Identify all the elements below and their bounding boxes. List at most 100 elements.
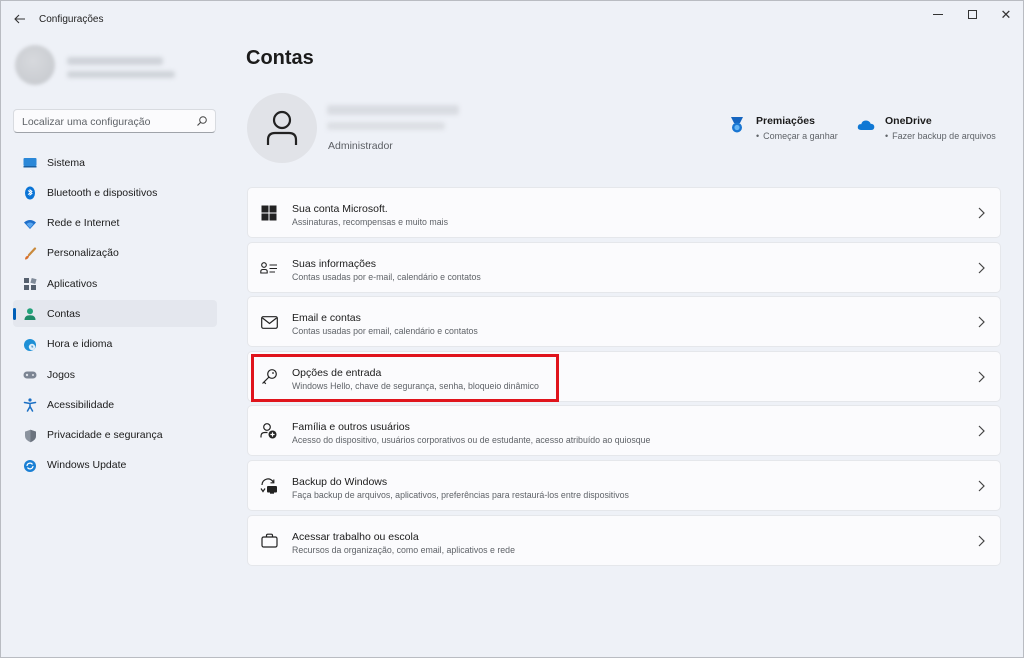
blurred-email — [67, 71, 175, 78]
chevron-right-icon — [978, 480, 985, 492]
accessibility-icon — [23, 398, 37, 413]
sidebar-item-jogos[interactable]: Jogos — [13, 361, 217, 388]
blurred-name — [67, 57, 163, 65]
shield-icon — [23, 429, 37, 443]
medal-icon — [731, 117, 743, 133]
sidebar-item-label: Rede e Internet — [47, 217, 120, 230]
card-subtitle: Windows Hello, chave de segurança, senha… — [292, 380, 539, 391]
sidebar-item-privacidade[interactable]: Privacidade e segurança — [13, 422, 217, 449]
title-bar: Configurações ✕ — [1, 1, 1023, 37]
arrow-left-icon — [14, 14, 25, 24]
sidebar-item-aplicativos[interactable]: Aplicativos — [13, 270, 217, 297]
blurred-account-email — [327, 122, 445, 130]
sidebar-nav: Sistema Bluetooth e dispositivos Rede e … — [13, 149, 217, 482]
card-conta-microsoft[interactable]: Sua conta Microsoft. Assinaturas, recomp… — [247, 187, 1001, 238]
card-subtitle: Faça backup de arquivos, aplicativos, pr… — [292, 489, 629, 500]
promo-title: OneDrive — [885, 115, 932, 127]
card-opcoes-entrada[interactable]: Opções de entrada Windows Hello, chave d… — [247, 350, 1001, 402]
card-backup-windows[interactable]: Backup do Windows Faça backup de arquivo… — [247, 459, 1001, 511]
apps-icon — [23, 277, 37, 291]
card-title: Email e contas — [292, 312, 361, 325]
card-subtitle: Assinaturas, recompensas e muito mais — [292, 217, 448, 227]
sidebar-item-label: Windows Update — [47, 459, 127, 472]
maximize-button[interactable] — [955, 1, 989, 27]
sidebar-item-acessibilidade[interactable]: Acessibilidade — [13, 391, 217, 418]
sidebar-item-label: Acessibilidade — [47, 398, 115, 411]
search-input[interactable]: Localizar uma configuração — [13, 109, 216, 133]
card-title: Backup do Windows — [292, 475, 388, 488]
sidebar-item-label: Sistema — [47, 156, 85, 169]
back-button[interactable] — [10, 10, 30, 28]
search-icon — [197, 116, 207, 126]
sidebar-item-label: Aplicativos — [47, 277, 98, 290]
card-title: Suas informações — [292, 257, 377, 270]
family-icon — [260, 422, 278, 440]
brush-icon — [23, 247, 37, 261]
person-outline-icon — [266, 110, 298, 145]
promo-onedrive[interactable]: OneDrive Fazer backup de arquivos — [857, 114, 997, 144]
mail-icon — [260, 313, 278, 331]
card-title: Sua conta Microsoft. — [292, 203, 388, 215]
card-subtitle: Recursos da organização, como email, apl… — [292, 544, 515, 555]
sidebar-item-label: Personalização — [47, 247, 119, 260]
sidebar-item-hora[interactable]: Hora e idioma — [13, 331, 217, 358]
monitor-icon — [23, 156, 37, 170]
backup-icon — [260, 477, 278, 495]
promo-subtitle: Começar a ganhar — [756, 131, 838, 141]
windows-logo-icon — [260, 204, 278, 222]
sidebar-item-label: Bluetooth e dispositivos — [47, 186, 158, 199]
card-title: Família e outros usuários — [292, 421, 410, 434]
account-avatar[interactable] — [247, 93, 317, 163]
sidebar-item-label: Jogos — [47, 368, 76, 381]
card-subtitle: Acesso do dispositivo, usuários corporat… — [292, 435, 651, 446]
card-email-contas[interactable]: Email e contas Contas usadas por email, … — [247, 296, 1001, 348]
sidebar-item-sistema[interactable]: Sistema — [13, 149, 217, 176]
cloud-icon — [857, 120, 875, 130]
card-familia[interactable]: Família e outros usuários Acesso do disp… — [247, 405, 1001, 457]
wifi-icon — [23, 217, 37, 231]
close-button[interactable]: ✕ — [989, 1, 1023, 27]
bluetooth-icon — [23, 186, 37, 200]
chevron-right-icon — [978, 425, 985, 437]
promo-title: Premiações — [756, 115, 815, 127]
chevron-right-icon — [978, 207, 985, 219]
search-placeholder: Localizar uma configuração — [22, 116, 151, 128]
promo-subtitle: Fazer backup de arquivos — [885, 131, 996, 141]
chevron-right-icon — [978, 262, 985, 274]
sidebar-item-personalizacao[interactable]: Personalização — [13, 240, 217, 267]
settings-list: Sua conta Microsoft. Assinaturas, recomp… — [247, 187, 1001, 569]
promo-premiacoes[interactable]: Premiações Começar a ganhar — [728, 114, 848, 144]
chevron-right-icon — [978, 535, 985, 546]
card-subtitle: Contas usadas por email, calendário e co… — [292, 326, 478, 337]
avatar — [15, 45, 55, 85]
sidebar-item-label: Hora e idioma — [47, 338, 113, 351]
card-title: Opções de entrada — [292, 366, 382, 379]
person-card-icon — [260, 259, 278, 277]
sidebar-profile[interactable] — [15, 45, 195, 89]
chevron-right-icon — [978, 316, 985, 328]
sidebar-item-bluetooth[interactable]: Bluetooth e dispositivos — [13, 179, 217, 206]
page-title: Contas — [246, 47, 314, 69]
blurred-account-name — [327, 105, 459, 115]
sidebar-item-label: Contas — [47, 307, 81, 320]
maximize-icon — [967, 9, 977, 19]
card-title: Acessar trabalho ou escola — [292, 530, 419, 543]
card-suas-informacoes[interactable]: Suas informações Contas usadas por e-mai… — [247, 241, 1001, 293]
sidebar-item-label: Privacidade e segurança — [47, 429, 163, 442]
sidebar-item-windows-update[interactable]: Windows Update — [13, 452, 217, 479]
key-icon — [260, 368, 278, 386]
card-subtitle: Contas usadas por e-mail, calendário e c… — [292, 271, 481, 282]
gamepad-icon — [23, 368, 37, 382]
update-icon — [23, 459, 37, 473]
minimize-icon — [933, 13, 943, 15]
card-trabalho-escola[interactable]: Acessar trabalho ou escola Recursos da o… — [247, 514, 1001, 566]
sidebar-item-rede[interactable]: Rede e Internet — [13, 210, 217, 237]
sidebar-item-contas[interactable]: Contas — [13, 300, 217, 328]
account-role: Administrador — [328, 140, 393, 152]
globe-clock-icon — [23, 338, 37, 352]
settings-window: Configurações ✕ Localizar uma configuraç… — [0, 0, 1024, 658]
person-icon — [23, 307, 37, 321]
chevron-right-icon — [978, 371, 985, 383]
minimize-button[interactable] — [921, 1, 955, 27]
close-icon: ✕ — [1000, 6, 1012, 22]
